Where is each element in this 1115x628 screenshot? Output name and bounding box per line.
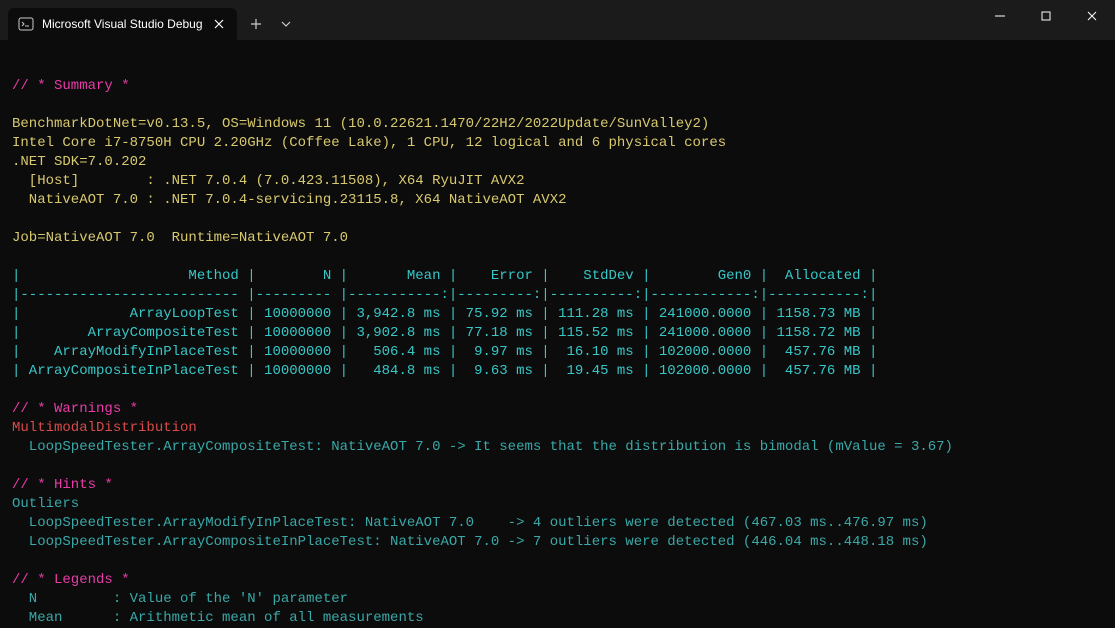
terminal-output[interactable]: // * Summary * BenchmarkDotNet=v0.13.5, … (0, 40, 1115, 628)
table-row: | ArrayLoopTest | 10000000 | 3,942.8 ms … (12, 306, 877, 322)
terminal-icon (18, 16, 34, 32)
maximize-button[interactable] (1023, 0, 1069, 32)
legends-line: N : Value of the 'N' parameter (12, 591, 348, 607)
job-line: Job=NativeAOT 7.0 Runtime=NativeAOT 7.0 (12, 230, 348, 246)
env-line: BenchmarkDotNet=v0.13.5, OS=Windows 11 (… (12, 116, 709, 132)
table-row: | ArrayModifyInPlaceTest | 10000000 | 50… (12, 344, 877, 360)
warnings-header: // * Warnings * (12, 401, 138, 417)
window-controls (977, 0, 1115, 32)
env-line: .NET SDK=7.0.202 (12, 154, 146, 170)
env-line: Intel Core i7-8750H CPU 2.20GHz (Coffee … (12, 135, 726, 151)
new-tab-button[interactable] (241, 10, 271, 38)
table-header: | Method | N | Mean | Error | StdDev | G… (12, 268, 877, 284)
env-line: [Host] : .NET 7.0.4 (7.0.423.11508), X64… (12, 173, 524, 189)
terminal-tab[interactable]: Microsoft Visual Studio Debug (8, 8, 237, 40)
hints-line: LoopSpeedTester.ArrayCompositeInPlaceTes… (12, 534, 928, 550)
legends-header: // * Legends * (12, 572, 130, 588)
legends-line: Mean : Arithmetic mean of all measuremen… (12, 610, 424, 626)
summary-header: // * Summary * (12, 78, 130, 94)
minimize-button[interactable] (977, 0, 1023, 32)
hints-header: // * Hints * (12, 477, 113, 493)
tab-close-button[interactable] (211, 16, 227, 32)
tab-title: Microsoft Visual Studio Debug (42, 15, 203, 34)
tab-actions (237, 8, 301, 40)
warnings-title: MultimodalDistribution (12, 420, 197, 436)
titlebar: Microsoft Visual Studio Debug (0, 0, 1115, 40)
tab-dropdown-button[interactable] (271, 10, 301, 38)
table-separator: |-------------------------- |--------- |… (12, 287, 877, 303)
table-row: | ArrayCompositeInPlaceTest | 10000000 |… (12, 363, 877, 379)
close-window-button[interactable] (1069, 0, 1115, 32)
warnings-line: LoopSpeedTester.ArrayCompositeTest: Nati… (12, 439, 953, 455)
hints-title: Outliers (12, 496, 79, 512)
hints-line: LoopSpeedTester.ArrayModifyInPlaceTest: … (12, 515, 928, 531)
env-line: NativeAOT 7.0 : .NET 7.0.4-servicing.231… (12, 192, 567, 208)
table-row: | ArrayCompositeTest | 10000000 | 3,902.… (12, 325, 877, 341)
